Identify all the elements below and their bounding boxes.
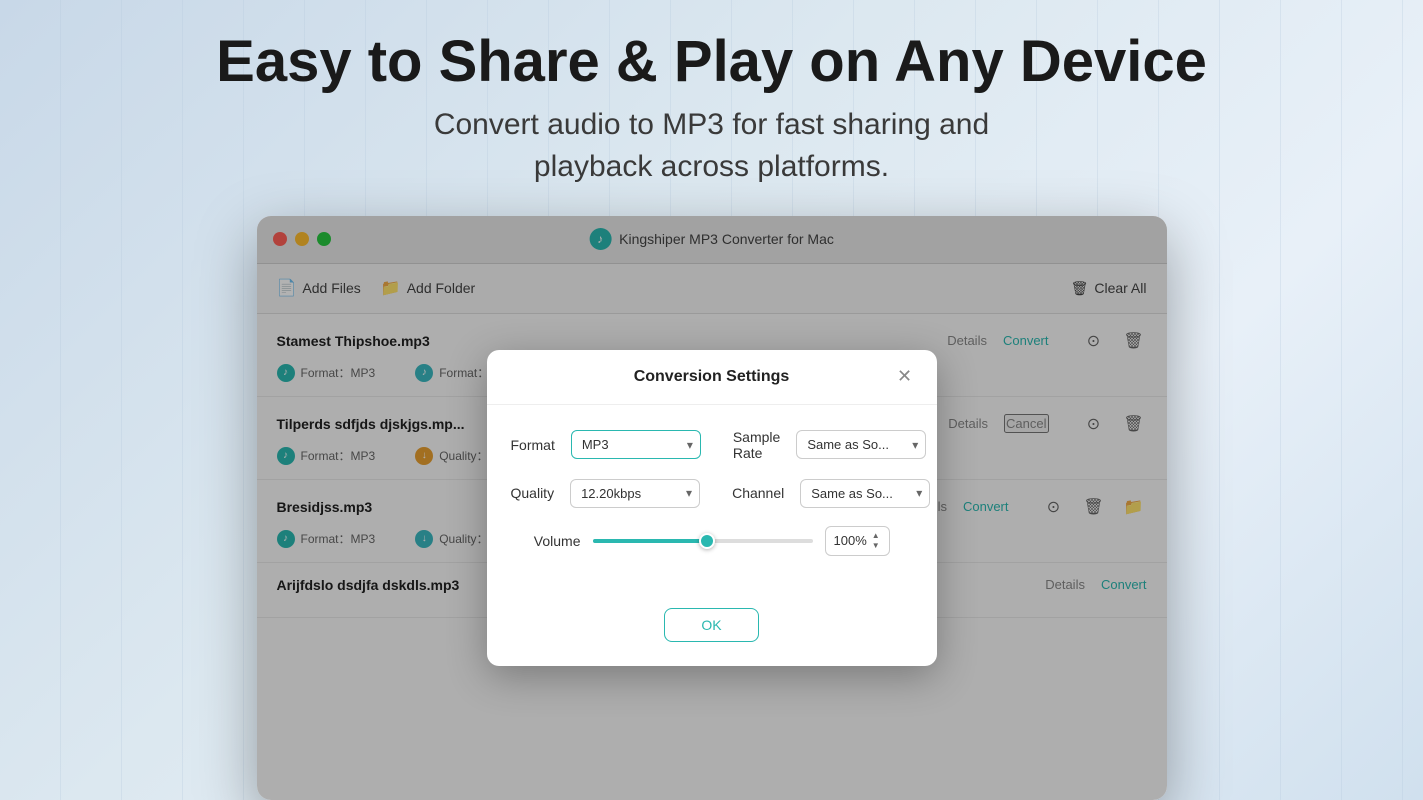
channel-select-wrapper: Same as So... (800, 479, 930, 508)
header-section: Easy to Share & Play on Any Device Conve… (216, 0, 1207, 188)
quality-select[interactable]: 12.20kbps (570, 479, 700, 508)
volume-value: 100% ▲ ▼ (825, 526, 890, 556)
modal-overlay: Conversion Settings ✕ Format MP3 Sample … (257, 216, 1167, 800)
volume-label: Volume (511, 533, 581, 549)
quality-select-wrapper: 12.20kbps (570, 479, 700, 508)
volume-percentage: 100% (834, 533, 867, 548)
quality-row: Quality 12.20kbps Channel Same as So... (511, 479, 913, 508)
volume-row: Volume 100% ▲ ▼ (511, 526, 913, 556)
format-label: Format (511, 437, 555, 453)
slider-track (593, 539, 813, 543)
modal-close-button[interactable]: ✕ (893, 365, 917, 389)
volume-down-button[interactable]: ▼ (871, 541, 881, 551)
conversion-settings-modal: Conversion Settings ✕ Format MP3 Sample … (487, 350, 937, 666)
channel-select[interactable]: Same as So... (800, 479, 930, 508)
modal-header: Conversion Settings ✕ (487, 350, 937, 405)
volume-up-button[interactable]: ▲ (871, 531, 881, 541)
sample-rate-select[interactable]: Same as So... (796, 430, 926, 459)
page-subtitle: Convert audio to MP3 for fast sharing an… (216, 104, 1207, 188)
slider-thumb[interactable] (699, 533, 715, 549)
format-select-wrapper: MP3 (571, 430, 701, 459)
quality-label: Quality (511, 485, 555, 501)
modal-title: Conversion Settings (511, 368, 913, 386)
app-window: ♪ Kingshiper MP3 Converter for Mac 📄 Add… (257, 216, 1167, 800)
modal-body: Format MP3 Sample Rate Same as So... (487, 405, 937, 598)
format-select[interactable]: MP3 (571, 430, 701, 459)
sample-rate-select-wrapper: Same as So... (796, 430, 926, 459)
slider-fill (593, 539, 707, 543)
format-row: Format MP3 Sample Rate Same as So... (511, 429, 913, 461)
volume-spinners: ▲ ▼ (871, 531, 881, 551)
page-title: Easy to Share & Play on Any Device (216, 30, 1207, 94)
channel-label: Channel (732, 485, 784, 501)
modal-footer: OK (487, 598, 937, 666)
sample-rate-label: Sample Rate (733, 429, 780, 461)
volume-slider[interactable] (593, 531, 813, 551)
ok-button[interactable]: OK (664, 608, 758, 642)
